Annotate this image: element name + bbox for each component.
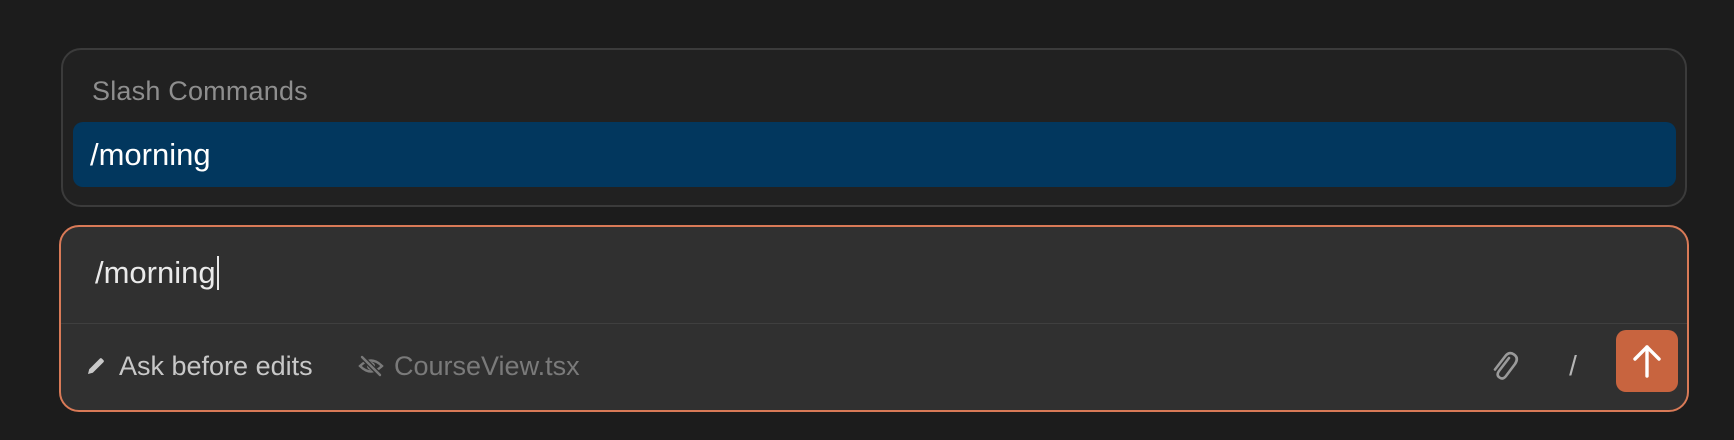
slash-command-item-morning[interactable]: /morning bbox=[73, 122, 1676, 187]
message-composer: /morning Ask before edits CourseView.tsx bbox=[59, 225, 1689, 412]
message-input-text[interactable]: /morning bbox=[95, 253, 219, 293]
send-button[interactable] bbox=[1616, 330, 1678, 392]
composer-footer: Ask before edits CourseView.tsx / bbox=[61, 324, 1687, 410]
slash-commands-menu: Slash Commands /morning bbox=[61, 48, 1687, 207]
slash-commands-button[interactable]: / bbox=[1551, 344, 1595, 388]
eye-slash-icon bbox=[358, 355, 384, 377]
pencil-icon bbox=[85, 355, 107, 377]
text-caret bbox=[216, 256, 219, 290]
slash-commands-title: Slash Commands bbox=[92, 76, 308, 106]
arrow-up-icon bbox=[1631, 343, 1663, 379]
edit-mode-label: Ask before edits bbox=[119, 350, 313, 381]
attach-button[interactable] bbox=[1482, 344, 1526, 388]
context-file-chip[interactable]: CourseView.tsx bbox=[358, 344, 580, 388]
context-file-label: CourseView.tsx bbox=[394, 350, 580, 381]
edit-mode-button[interactable]: Ask before edits bbox=[85, 344, 313, 388]
message-input[interactable]: /morning bbox=[61, 227, 1687, 323]
paperclip-icon bbox=[1489, 349, 1519, 383]
